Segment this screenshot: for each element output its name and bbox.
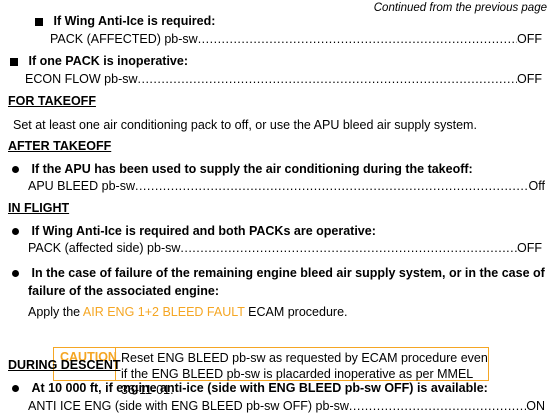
during-descent-item: ANTI ICE ENG (side with ENG BLEED pb-sw … <box>28 399 349 413</box>
one-pack-inop-item: ECON FLOW pb-sw <box>25 72 138 86</box>
caution-text: Reset ENG BLEED pb-sw as requested by EC… <box>121 351 488 397</box>
round-bullet-icon <box>12 270 19 277</box>
wing-anti-ice-item: PACK (AFFECTED) pb-sw <box>50 32 198 46</box>
for-takeoff-text: Set at least one air conditioning pack t… <box>13 118 477 132</box>
dot-leader <box>349 399 526 413</box>
in-flight-failure-condition: In the case of failure of the remaining … <box>12 266 545 280</box>
wing-anti-ice-value: OFF <box>517 32 542 46</box>
in-flight-wing-condition-text: If Wing Anti-Ice is required and both PA… <box>31 224 376 238</box>
for-takeoff-heading: FOR TAKEOFF <box>8 94 96 108</box>
square-bullet-icon <box>35 17 43 26</box>
one-pack-inop-condition-text: If one PACK is inoperative: <box>28 54 188 68</box>
after-takeoff-condition-text: If the APU has been used to supply the a… <box>31 162 473 176</box>
ecam-procedure-link[interactable]: AIR ENG 1+2 BLEED FAULT <box>83 305 245 319</box>
in-flight-failure-line1: In the case of failure of the remaining … <box>31 266 545 280</box>
in-flight-wing-item-row: PACK (affected side) pb-sw OFF <box>28 241 542 255</box>
in-flight-wing-condition: If Wing Anti-Ice is required and both PA… <box>12 224 376 238</box>
dot-leader <box>198 32 517 46</box>
after-takeoff-value: Off <box>528 179 545 193</box>
apply-ecam-line: Apply the AIR ENG 1+2 BLEED FAULT ECAM p… <box>28 305 348 319</box>
square-bullet-icon <box>10 57 18 66</box>
after-takeoff-heading: AFTER TAKEOFF <box>8 139 112 153</box>
dot-leader <box>135 179 529 193</box>
in-flight-wing-item: PACK (affected side) pb-sw <box>28 241 181 255</box>
apply-prefix: Apply the <box>28 305 83 319</box>
during-descent-condition: At 10 000 ft, if engine anti-ice (side w… <box>12 381 488 395</box>
apply-suffix: ECAM procedure. <box>244 305 348 319</box>
after-takeoff-condition: If the APU has been used to supply the a… <box>12 162 473 176</box>
wing-anti-ice-item-row: PACK (AFFECTED) pb-sw OFF <box>50 32 542 46</box>
round-bullet-icon <box>12 228 19 235</box>
one-pack-inop-value: OFF <box>517 72 542 86</box>
in-flight-failure-line2: failure of the associated engine: <box>28 284 220 298</box>
wing-anti-ice-condition: If Wing Anti-Ice is required: <box>35 14 215 28</box>
round-bullet-icon <box>12 166 19 173</box>
continued-note: Continued from the previous page <box>373 2 547 14</box>
dot-leader <box>138 72 517 86</box>
in-flight-wing-value: OFF <box>517 241 542 255</box>
one-pack-inop-condition: If one PACK is inoperative: <box>10 54 188 68</box>
during-descent-heading: DURING DESCENT <box>8 358 121 372</box>
after-takeoff-item: APU BLEED pb-sw <box>28 179 135 193</box>
during-descent-value: ON <box>526 399 545 413</box>
during-descent-condition-text: At 10 000 ft, if engine anti-ice (side w… <box>31 381 488 395</box>
wing-anti-ice-condition-text: If Wing Anti-Ice is required: <box>53 14 216 28</box>
after-takeoff-item-row: APU BLEED pb-sw Off <box>28 179 545 193</box>
during-descent-item-row: ANTI ICE ENG (side with ENG BLEED pb-sw … <box>28 399 545 413</box>
round-bullet-icon <box>12 385 19 392</box>
in-flight-heading: IN FLIGHT <box>8 201 70 215</box>
dot-leader <box>180 241 517 255</box>
one-pack-inop-item-row: ECON FLOW pb-sw OFF <box>25 72 542 86</box>
